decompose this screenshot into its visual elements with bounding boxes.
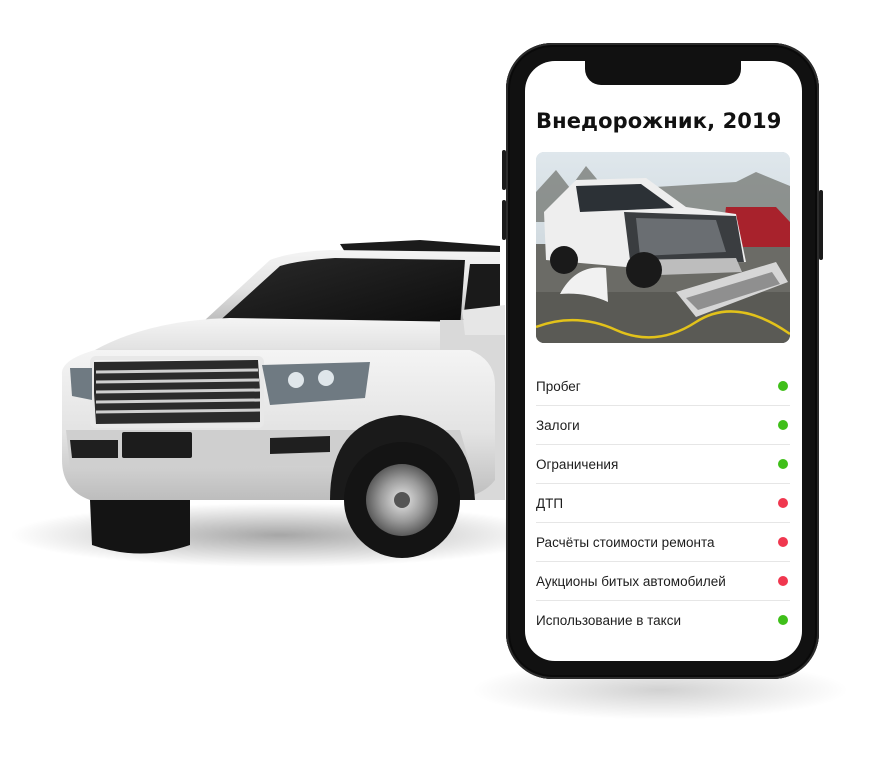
phone-notch <box>585 61 741 85</box>
check-label: Залоги <box>536 417 580 433</box>
check-label: Пробег <box>536 378 581 394</box>
check-row[interactable]: Залоги <box>536 406 790 445</box>
check-label: Аукционы битых автомобилей <box>536 573 726 589</box>
phone-frame: Внедорожник, 2019 Пробег Залоги Ограниче… <box>506 43 819 679</box>
check-label: ДТП <box>536 495 564 511</box>
check-row[interactable]: Пробег <box>536 367 790 406</box>
status-dot-icon <box>778 615 788 625</box>
check-row[interactable]: Ограничения <box>536 445 790 484</box>
check-label: Ограничения <box>536 456 619 472</box>
damaged-car-photo <box>536 152 790 343</box>
check-label: Использование в такси <box>536 612 682 628</box>
status-dot-icon <box>778 537 788 547</box>
check-row[interactable]: ДТП <box>536 484 790 523</box>
status-dot-icon <box>778 576 788 586</box>
phone-screen: Внедорожник, 2019 Пробег Залоги Ограниче… <box>525 61 802 661</box>
check-label: Расчёты стоимости ремонта <box>536 534 715 550</box>
check-row[interactable]: Аукционы битых автомобилей <box>536 562 790 601</box>
phone-power-button <box>819 190 823 260</box>
check-list: Пробег Залоги Ограничения ДТП Расчёты стоимо… <box>536 367 790 639</box>
white-suv-car-icon <box>10 240 550 567</box>
status-dot-icon <box>778 498 788 508</box>
check-row[interactable]: Использование в такси <box>536 601 790 639</box>
promo-scene: Внедорожник, 2019 Пробег Залоги Ограниче… <box>0 0 883 760</box>
status-dot-icon <box>778 420 788 430</box>
status-dot-icon <box>778 381 788 391</box>
check-row[interactable]: Расчёты стоимости ремонта <box>536 523 790 562</box>
vehicle-title: Внедорожник, 2019 <box>536 109 782 133</box>
status-dot-icon <box>778 459 788 469</box>
